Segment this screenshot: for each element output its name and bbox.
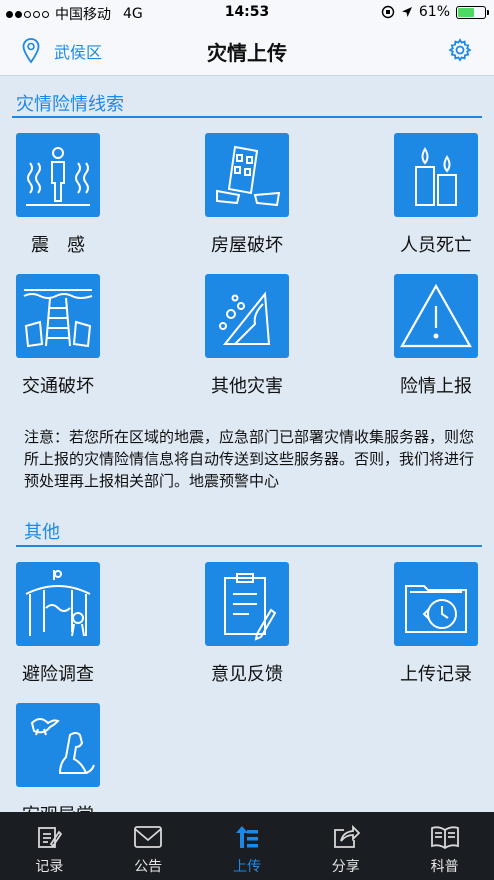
status-bar: 中国移动 4G 14:53 61% <box>0 0 494 26</box>
folder-history-icon <box>394 562 478 646</box>
tile-label: 避险调查 <box>22 664 94 685</box>
tile-label: 房屋破坏 <box>211 235 283 256</box>
warning-triangle-icon <box>394 274 478 358</box>
navigation-bar: 武侯区 灾情上传 <box>0 26 494 76</box>
tab-label: 科普 <box>430 859 459 875</box>
tile-label: 震 感 <box>31 235 85 256</box>
notice-text: 注意：若您所在区域的地震，应急部门已部署灾情收集服务器，则您所上报的灾情险情信息… <box>24 428 475 490</box>
tile-upload-records[interactable]: 上传记录 <box>386 562 486 686</box>
mail-icon <box>134 826 163 848</box>
tab-announcements[interactable]: 公告 <box>99 812 198 880</box>
section-title-other: 其他 <box>24 522 60 543</box>
candles-icon <box>394 133 478 217</box>
upload-icon <box>235 826 258 848</box>
location-arrow-icon <box>401 7 412 17</box>
tab-share[interactable]: 分享 <box>296 812 395 880</box>
collapsed-building-icon <box>205 133 289 217</box>
section-divider <box>16 545 482 547</box>
edit-icon <box>38 827 63 848</box>
tab-science[interactable]: 科普 <box>395 812 494 880</box>
location-selector[interactable]: 武侯区 <box>22 38 102 64</box>
section-divider <box>12 116 482 118</box>
broken-bridge-icon <box>16 274 100 358</box>
tab-label: 记录 <box>35 859 64 875</box>
landslide-icon <box>205 274 289 358</box>
tile-label: 上传记录 <box>400 664 472 685</box>
tile-label: 险情上报 <box>400 376 472 397</box>
shaking-person-icon <box>16 133 100 217</box>
shelter-icon <box>16 562 100 646</box>
tile-traffic-damage[interactable]: 交通破坏 <box>8 274 108 398</box>
animals-icon <box>16 703 100 787</box>
tile-casualties[interactable]: 人员死亡 <box>386 133 486 257</box>
location-label: 武侯区 <box>54 43 103 62</box>
battery-percent: 61% <box>418 4 450 20</box>
tile-label: 其他灾害 <box>211 376 283 397</box>
book-icon <box>430 826 459 850</box>
tile-macro-anomaly[interactable]: 宏观异常 <box>8 703 108 827</box>
map-pin-icon <box>22 38 40 64</box>
battery-icon <box>456 5 489 19</box>
orientation-lock-icon <box>381 5 395 19</box>
tile-label: 交通破坏 <box>22 376 94 397</box>
settings-button[interactable] <box>448 38 472 66</box>
tile-hazard-report[interactable]: 险情上报 <box>386 274 486 398</box>
tab-upload[interactable]: 上传 <box>198 812 297 880</box>
clipboard-icon <box>205 562 289 646</box>
tile-feedback[interactable]: 意见反馈 <box>197 562 297 686</box>
tile-other-disasters[interactable]: 其他灾害 <box>197 274 297 398</box>
share-icon <box>333 824 360 848</box>
tab-bar: 记录 公告 上传 分享 科普 <box>0 812 494 880</box>
tile-house-damage[interactable]: 房屋破坏 <box>197 133 297 257</box>
tab-label: 分享 <box>331 859 360 875</box>
status-right: 61% <box>381 4 489 20</box>
tile-label: 意见反馈 <box>211 664 283 685</box>
tile-shelter-survey[interactable]: 避险调查 <box>8 562 108 686</box>
tile-earthquake-feel[interactable]: 震 感 <box>8 133 108 257</box>
tile-label: 人员死亡 <box>400 235 472 256</box>
tab-records[interactable]: 记录 <box>0 812 99 880</box>
section-title-hazard-clues: 灾情险情线索 <box>16 94 124 115</box>
tab-label: 公告 <box>134 859 163 875</box>
tab-label: 上传 <box>232 859 261 875</box>
gear-icon <box>448 38 472 62</box>
